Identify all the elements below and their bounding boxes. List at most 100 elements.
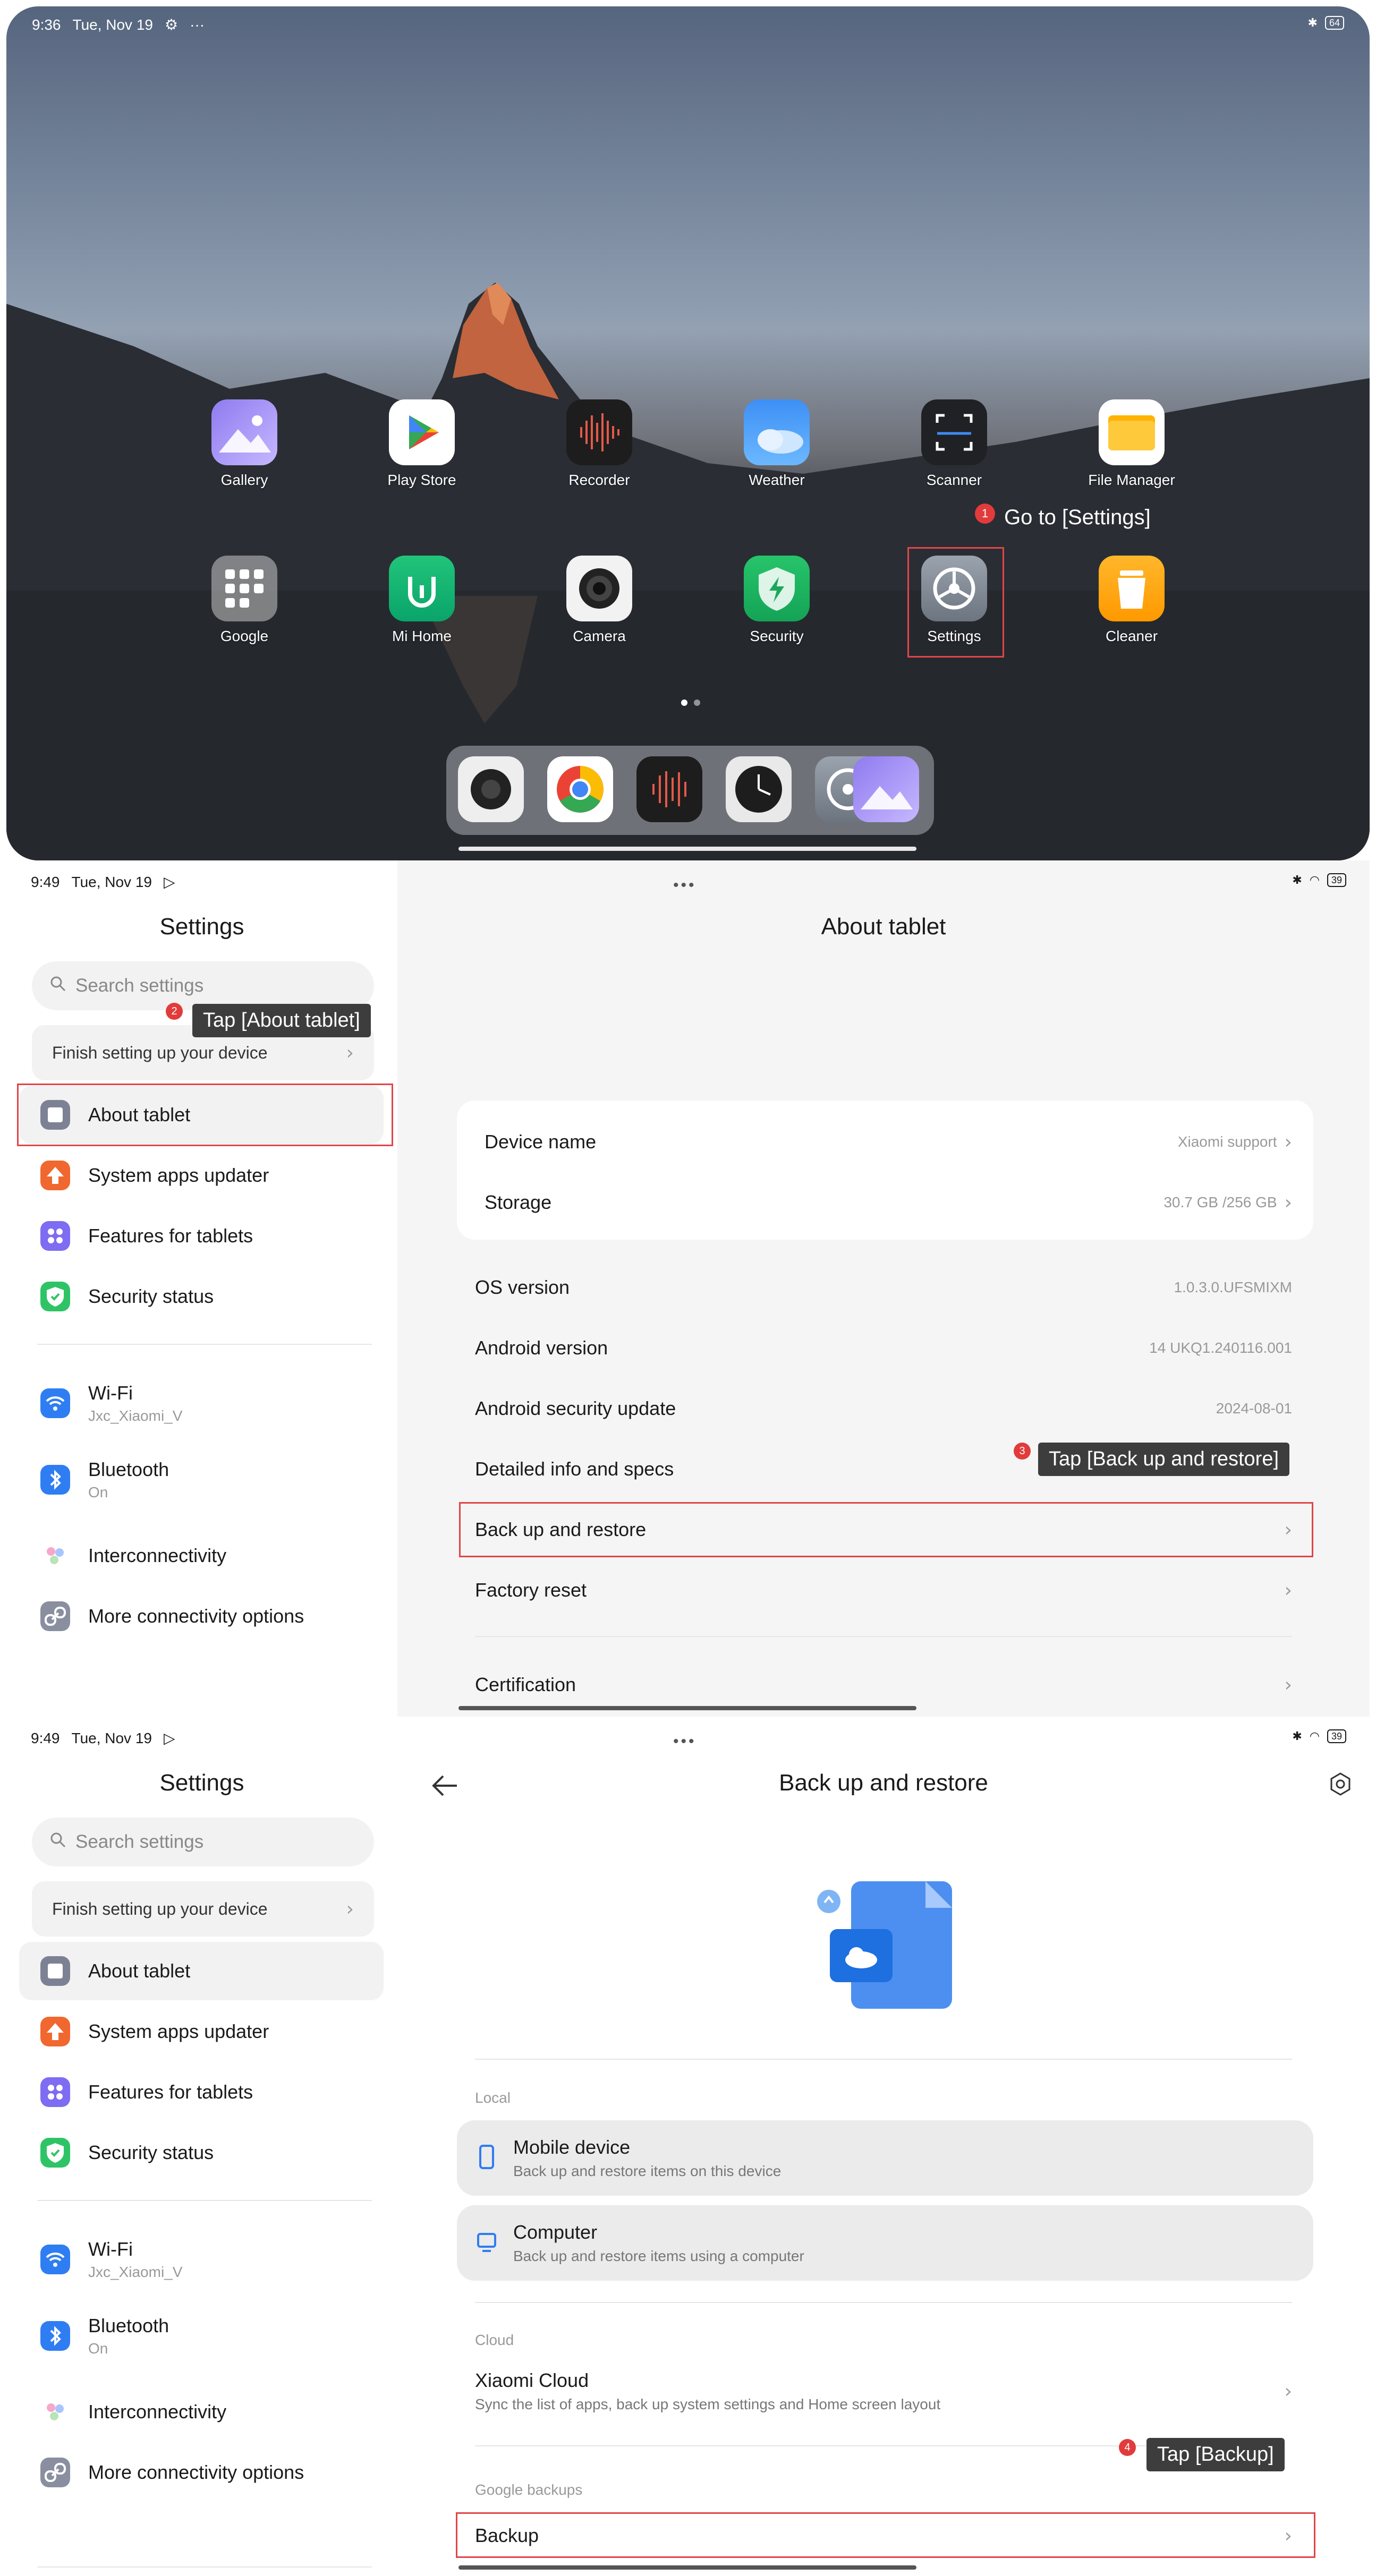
app-label: Recorder [568,472,630,488]
wifi-icon [40,1388,70,1418]
location-icon: ▷ [163,1730,175,1746]
row-value: 14 UKQ1.240116.001 [1149,1340,1292,1356]
sidebar-item-label: Interconnectivity [88,1545,227,1566]
finish-setup-label: Finish setting up your device [52,1043,268,1062]
security-shield-icon [744,556,810,621]
link-icon [40,1601,70,1631]
scanner-icon [921,399,987,465]
step-tooltip: Tap [About tablet] [192,1004,371,1037]
status-icons: ✱ ◠ 39 [1292,1729,1346,1743]
gear-icon: ⚙ [164,16,179,33]
app-play-store[interactable]: Play Store [379,399,464,489]
highlight-settings [907,547,1004,658]
bluetooth-icon: ✱ [1292,1729,1302,1743]
mobile-device-item[interactable]: Mobile device Back up and restore items o… [457,2120,1313,2196]
item-subtitle: Back up and restore items on this device [513,2163,782,2179]
app-google-folder[interactable]: Google [202,556,287,645]
sidebar-item-wifi[interactable]: Wi-Fi Jxc_Xiaomi_V [19,1371,384,1435]
status-bar: 9:36 Tue, Nov 19 ⚙ ··· [32,16,205,33]
app-file-manager[interactable]: File Manager [1088,399,1175,489]
step-tooltip: Tap [Back up and restore] [1038,1443,1290,1476]
clock-icon[interactable] [726,756,792,822]
step-badge: 3 [1014,1443,1031,1460]
item-title: Computer [513,2221,598,2243]
sidebar-item-interconnectivity[interactable]: Interconnectivity [19,1526,384,1585]
sidebar-item-bluetooth[interactable]: Bluetooth On [19,1448,384,1512]
mi-home-icon [389,556,455,621]
monitor-icon [476,2229,497,2258]
sidebar-item-bluetooth[interactable]: Bluetooth On [19,2304,384,2368]
page-indicator-active [681,700,687,706]
google-folder-icon [211,556,277,621]
security-update-row[interactable]: Android security update 2024-08-01 [475,1393,1292,1425]
device-name-row[interactable]: Device name Xiaomi support › [485,1126,1292,1158]
section-label-cloud: Cloud [475,2332,514,2348]
search-input[interactable]: Search settings [32,1818,374,1866]
sidebar-item-updater[interactable]: System apps updater [19,1146,384,1205]
sidebar-item-updater[interactable]: System apps updater [19,2002,384,2061]
wifi-icon: ◠ [1309,873,1320,886]
search-placeholder: Search settings [75,975,204,996]
location-icon: ▷ [163,874,175,890]
bluetooth-icon [40,1465,70,1495]
camera-dock-icon[interactable] [458,756,524,822]
app-camera[interactable]: Camera [557,556,642,645]
chevron-right-icon: › [1284,1579,1292,1601]
sidebar-item-security[interactable]: Security status [19,2123,384,2182]
sidebar-item-security[interactable]: Security status [19,1267,384,1326]
row-label: Android security update [475,1397,676,1419]
chevron-right-icon: › [346,1042,354,1064]
os-version-row[interactable]: OS version 1.0.3.0.UFSMIXM [475,1272,1292,1303]
android-version-row[interactable]: Android version 14 UKQ1.240116.001 [475,1332,1292,1364]
multitask-dots[interactable]: ••• [673,1733,697,1751]
sidebar-item-label: Bluetooth [88,2315,169,2336]
app-gallery[interactable]: Gallery [202,399,287,489]
computer-item[interactable]: Computer Back up and restore items using … [457,2205,1313,2281]
app-scanner[interactable]: Scanner [912,399,997,489]
app-weather[interactable]: Weather [734,399,819,489]
recorder-icon [566,399,632,465]
xiaomi-cloud-row[interactable]: Xiaomi Cloud Sync the list of apps, back … [475,2365,1292,2418]
bluetooth-icon: ✱ [1292,873,1302,886]
certification-row[interactable]: Certification › [475,1669,1292,1701]
sidebar-item-more-connectivity[interactable]: More connectivity options [19,2443,384,2502]
app-label: Scanner [926,472,982,488]
sidebar-item-features[interactable]: Features for tablets [19,2063,384,2121]
app-label: Cleaner [1105,628,1158,644]
page-indicator [694,700,700,706]
storage-row[interactable]: Storage 30.7 GB /256 GB › [485,1187,1292,1218]
phone-icon [476,2144,497,2173]
dock [446,746,934,835]
row-label: Device name [485,1131,597,1153]
sidebar-item-more-connectivity[interactable]: More connectivity options [19,1587,384,1645]
gallery-dock-icon[interactable] [853,756,919,822]
sidebar-item-interconnectivity[interactable]: Interconnectivity [19,2383,384,2441]
factory-reset-row[interactable]: Factory reset › [475,1574,1292,1606]
battery-icon: 64 [1324,16,1344,30]
settings-gear-icon[interactable] [1328,1772,1353,1799]
sidebar-item-wifi[interactable]: Wi-Fi Jxc_Xiaomi_V [19,2228,384,2291]
chevron-right-icon: › [1284,1191,1292,1214]
finish-setup-banner[interactable]: Finish setting up your device › [32,1881,374,1937]
features-grid-icon [40,1221,70,1251]
camera-icon [566,556,632,621]
app-security[interactable]: Security [734,556,819,645]
sidebar-item-features[interactable]: Features for tablets [19,1207,384,1265]
app-recorder[interactable]: Recorder [557,399,642,489]
search-input[interactable]: Search settings [32,961,374,1010]
row-label: Xiaomi Cloud [475,2369,589,2391]
recorder-dock-icon[interactable] [636,756,702,822]
chrome-icon[interactable] [547,756,613,822]
app-mi-home[interactable]: Mi Home [379,556,464,645]
features-grid-icon [40,2077,70,2107]
wifi-icon: ◠ [1309,1729,1320,1743]
row-value: Xiaomi support [1177,1133,1277,1150]
section-label-local: Local [475,2089,511,2106]
chevron-right-icon: › [346,1898,354,1920]
app-label: Gallery [220,472,268,488]
multitask-dots[interactable]: ••• [673,876,697,894]
app-cleaner[interactable]: Cleaner [1089,556,1174,645]
sidebar-item-about[interactable]: About tablet [19,1942,384,2000]
divider [475,2059,1292,2060]
sidebar-title: Settings [159,914,244,940]
